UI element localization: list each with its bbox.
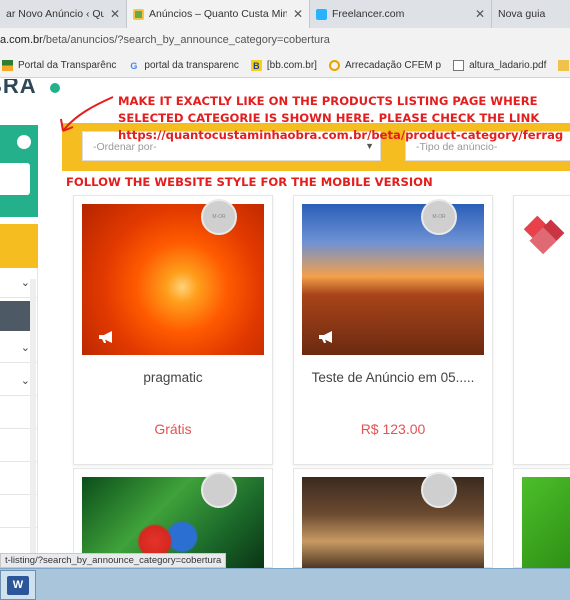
pdf-icon <box>453 60 465 71</box>
product-card-partial[interactable] <box>513 195 570 465</box>
product-title[interactable]: pragmatic <box>82 370 264 385</box>
close-icon[interactable]: ✕ <box>475 7 485 21</box>
product-price: Grátis <box>154 421 192 437</box>
product-price: R$ 123.00 <box>360 421 426 437</box>
bookmark-portal-google[interactable]: G portal da transparenc <box>128 60 239 71</box>
tab-freelancer[interactable]: Freelancer.com ✕ <box>310 0 492 28</box>
word-icon: W <box>7 576 29 595</box>
freelancer-favicon-icon <box>316 8 327 20</box>
tab-label: Anúncios – Quanto Custa Minha <box>149 8 287 20</box>
flag-icon <box>2 60 13 71</box>
address-bar[interactable]: a.com.br/beta/anuncios/?search_by_announ… <box>0 28 570 54</box>
product-card[interactable] <box>293 468 493 568</box>
logo-dot <box>50 83 60 93</box>
seller-avatar: M·OR <box>421 199 457 235</box>
bookmark-folder[interactable]: cr <box>558 60 570 71</box>
annotation-line: MAKE IT EXACTLY LIKE ON THE PRODUCTS LIS… <box>118 94 538 108</box>
bookmark-pdf[interactable]: altura_ladario.pdf <box>453 60 546 71</box>
annotation-arrow-icon <box>60 96 114 132</box>
bookmark-cfem[interactable]: Arrecadação CFEM p <box>328 60 442 71</box>
folder-icon <box>558 60 570 71</box>
address-path: /beta/anuncios/?search_by_announce_categ… <box>42 34 330 46</box>
address-host: a.com.br <box>0 34 43 46</box>
brand-logo[interactable]: BRA <box>0 79 37 99</box>
tab-bar: ar Novo Anúncio ‹ Quan ✕ Anúncios – Quan… <box>0 0 570 28</box>
bookmark-label: Arrecadação CFEM p <box>344 60 442 71</box>
product-logo <box>523 215 565 255</box>
caret-down-icon: ▼ <box>365 141 374 151</box>
close-icon[interactable]: ✕ <box>293 7 303 21</box>
bookmark-bb[interactable]: B [bb.com.br] <box>250 60 317 71</box>
tab-anuncios[interactable]: Anúncios – Quanto Custa Minha ✕ <box>127 0 310 28</box>
tab-label: Freelancer.com <box>332 8 405 20</box>
close-icon[interactable]: ✕ <box>110 7 120 21</box>
product-card-partial[interactable] <box>513 468 570 568</box>
chevron-down-icon: ⌄ <box>20 277 30 289</box>
page-viewport: BRA ⌄ ⌄ ⌄ -Ordenar por- ▼ -Tipo de anúnc… <box>0 79 570 568</box>
globe-icon[interactable] <box>17 135 31 149</box>
cfem-icon <box>328 60 340 71</box>
taskbar-word-button[interactable]: W <box>0 570 36 600</box>
status-url: t-listing/?search_by_announce_category=c… <box>0 553 227 568</box>
sidebar-scrollbar[interactable] <box>30 279 36 568</box>
tab-label: ar Novo Anúncio ‹ Quan <box>6 8 104 20</box>
bookmark-label: portal da transparenc <box>144 60 239 71</box>
product-title[interactable]: Teste de Anúncio em 05..... <box>302 370 484 385</box>
bb-icon: B <box>250 60 262 71</box>
product-image[interactable] <box>522 477 570 568</box>
sidebar-yellow-block <box>0 224 38 268</box>
taskbar: W <box>0 568 570 600</box>
tab-nova-guia[interactable]: Nova guia <box>492 0 570 28</box>
seller-avatar <box>421 472 457 508</box>
bookmark-label: [bb.com.br] <box>266 60 317 71</box>
annotation-line: SELECTED CATEGORIE IS SHOWN HERE. PLEASE… <box>118 111 540 125</box>
seller-avatar <box>201 472 237 508</box>
site-favicon-icon <box>133 8 144 20</box>
bookmark-portal-transparencia[interactable]: Portal da Transparênc <box>2 60 116 71</box>
annotation-link: https://quantocustaminhaobra.com.br/beta… <box>118 128 564 142</box>
product-card[interactable]: M·OR pragmatic Grátis <box>73 195 273 465</box>
tab-label: Nova guia <box>498 8 546 20</box>
bookmarks-bar: Portal da Transparênc G portal da transp… <box>0 54 570 78</box>
annotation-line: FOLLOW THE WEBSITE STYLE FOR THE MOBILE … <box>66 175 433 189</box>
google-icon: G <box>130 60 138 71</box>
order-select-value: -Ordenar por- <box>93 141 157 153</box>
bookmark-label: altura_ladario.pdf <box>469 60 547 71</box>
sidebar-search-input[interactable] <box>0 163 30 195</box>
seller-avatar: M·OR <box>201 199 237 235</box>
type-select-value: -Tipo de anúncio- <box>416 141 498 153</box>
bookmark-label: Portal da Transparênc <box>18 60 117 71</box>
chevron-down-icon: ⌄ <box>20 375 30 387</box>
megaphone-icon <box>319 331 332 343</box>
tab-novo-anuncio[interactable]: ar Novo Anúncio ‹ Quan ✕ <box>0 0 127 28</box>
megaphone-icon <box>99 331 112 343</box>
product-card[interactable]: M·OR Teste de Anúncio em 05..... R$ 123.… <box>293 195 493 465</box>
chevron-down-icon: ⌄ <box>20 342 30 354</box>
